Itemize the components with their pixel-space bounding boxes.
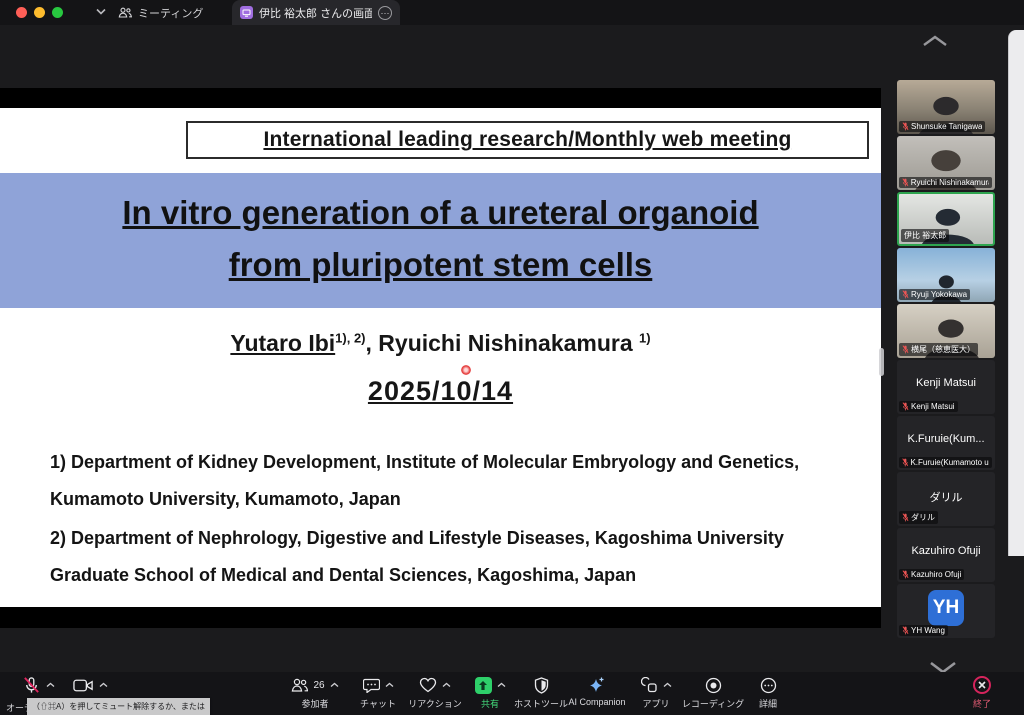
author-separator: , xyxy=(366,330,379,356)
letterbox-top xyxy=(0,88,881,108)
tab-shared-screen[interactable]: 伊比 裕太郎 さんの画面 ⋯ xyxy=(232,0,400,25)
slide-header-box: International leading research/Monthly w… xyxy=(186,121,869,159)
laser-pointer-dot xyxy=(461,365,471,375)
video-options-chevron-icon[interactable] xyxy=(99,682,108,688)
participant-tile[interactable]: ダリル ダリル xyxy=(897,472,995,526)
mic-options-chevron-icon[interactable] xyxy=(46,682,55,688)
heart-icon xyxy=(419,677,437,693)
muted-mic-icon xyxy=(902,122,909,131)
close-window-button[interactable] xyxy=(16,7,27,18)
participant-tile[interactable]: Ryuji Yokokawa xyxy=(897,248,995,302)
window-chevron-down-icon[interactable] xyxy=(96,8,106,15)
share-label: 共有 xyxy=(481,697,499,710)
muted-mic-icon xyxy=(902,570,909,579)
participant-display-name: Kazuhiro Ofuji xyxy=(897,545,995,557)
apps-label: アプリ xyxy=(642,697,669,710)
muted-mic-icon xyxy=(902,402,909,411)
slide-authors: Yutaro Ibi1), 2), Ryuichi Nishinakamura … xyxy=(0,330,881,357)
apps-icon xyxy=(641,677,658,693)
minimize-window-button[interactable] xyxy=(34,7,45,18)
participant-name: Kazuhiro Ofuji xyxy=(911,570,961,579)
shared-slide: International leading research/Monthly w… xyxy=(0,108,881,607)
author-2-sup: 1) xyxy=(639,330,651,345)
participant-display-name: ダリル xyxy=(897,489,995,505)
more-button[interactable]: 詳細 xyxy=(726,676,810,710)
slide-title-band: In vitro generation of a ureteral organo… xyxy=(0,173,881,308)
end-meeting-button[interactable]: 終了 xyxy=(940,676,1024,710)
end-label: 終了 xyxy=(973,697,991,710)
participant-tile[interactable]: YH YH Wang xyxy=(897,584,995,638)
participant-name: YH Wang xyxy=(911,626,945,635)
panel-resize-handle[interactable] xyxy=(879,348,884,376)
participant-display-name: K.Furuie(Kum... xyxy=(897,433,995,445)
affiliation-1: 1) Department of Kidney Development, Ins… xyxy=(50,444,850,518)
chat-label: チャット xyxy=(360,697,396,710)
window-titlebar: ミーティング 伊比 裕太郎 さんの画面 ⋯ xyxy=(0,0,1024,25)
tab-meeting-label: ミーティング xyxy=(138,5,203,21)
muted-mic-icon xyxy=(902,290,909,299)
participant-tile[interactable]: 横尾（慈恵医大） xyxy=(897,304,995,358)
tab-meeting[interactable]: ミーティング xyxy=(118,0,203,25)
muted-mic-icon xyxy=(902,178,909,187)
participant-name: Ryuji Yokokawa xyxy=(911,290,967,299)
author-1-sup: 1), 2) xyxy=(335,330,365,345)
participant-name: Shunsuke Tanigawa xyxy=(911,122,982,131)
mic-muted-icon xyxy=(22,676,41,695)
participants-label: 参加者 xyxy=(301,697,328,710)
muted-mic-icon xyxy=(902,626,909,635)
affiliation-2: 2) Department of Nephrology, Digestive a… xyxy=(50,520,850,594)
end-call-icon xyxy=(973,676,991,694)
slide-date-text: 2025/10/14 xyxy=(368,376,513,406)
muted-mic-icon xyxy=(902,458,908,467)
participant-tile[interactable]: Shunsuke Tanigawa xyxy=(897,80,995,134)
avatar: YH xyxy=(928,590,964,626)
participant-name: 横尾（慈恵医大） xyxy=(911,344,975,355)
tab-options-ellipsis-icon[interactable]: ⋯ xyxy=(378,6,392,20)
slide-title-line2: from pluripotent stem cells xyxy=(0,239,881,291)
slide-header-text: International leading research/Monthly w… xyxy=(263,128,791,152)
sparkle-icon xyxy=(588,676,606,694)
participant-tile[interactable]: Kenji Matsui Kenji Matsui xyxy=(897,360,995,414)
muted-mic-icon xyxy=(902,513,909,522)
record-icon xyxy=(705,677,722,694)
author-2: Ryuichi Nishinakamura xyxy=(378,330,632,356)
mute-button[interactable] xyxy=(10,676,66,694)
muted-mic-icon xyxy=(902,345,909,354)
participant-name: K.Furuie(Kumamoto u... xyxy=(910,458,989,467)
participant-count: 26 xyxy=(313,680,324,691)
chat-icon xyxy=(363,678,380,693)
slide-title-line1: In vitro generation of a ureteral organo… xyxy=(0,187,881,239)
unmute-shortcut-tooltip: （⇧⌘A）を押してミュート解除するか、または xyxy=(27,698,210,715)
participant-tile[interactable]: K.Furuie(Kum... K.Furuie(Kumamoto u... xyxy=(897,416,995,470)
more-icon xyxy=(760,677,777,694)
tab-shared-screen-label: 伊比 裕太郎 さんの画面 xyxy=(259,5,372,21)
screen-share-icon xyxy=(240,6,253,19)
people-icon xyxy=(118,7,132,18)
participant-tile[interactable]: Kazuhiro Ofuji Kazuhiro Ofuji xyxy=(897,528,995,582)
participant-name: Ryuichi Nishinakamura xyxy=(911,178,989,187)
participant-name: ダリル xyxy=(911,512,935,523)
participants-icon xyxy=(291,678,308,692)
author-1: Yutaro Ibi xyxy=(230,330,335,356)
slide-date: 2025/10/14 xyxy=(0,376,881,407)
participant-name: Kenji Matsui xyxy=(911,402,955,411)
video-button[interactable] xyxy=(62,676,118,694)
zoom-window-button[interactable] xyxy=(52,7,63,18)
letterbox-bottom xyxy=(0,607,881,628)
share-screen-icon xyxy=(475,677,492,694)
participant-name: 伊比 裕太郎 xyxy=(904,230,946,241)
more-label: 詳細 xyxy=(759,697,777,710)
strip-scroll-up-button[interactable] xyxy=(920,33,954,53)
shield-icon xyxy=(534,677,549,694)
background-window-edge xyxy=(1008,30,1024,556)
participant-display-name: Kenji Matsui xyxy=(897,377,995,389)
camera-icon xyxy=(73,678,94,693)
participant-tile[interactable]: Ryuichi Nishinakamura xyxy=(897,136,995,190)
participant-tile-active-speaker[interactable]: 伊比 裕太郎 xyxy=(897,192,995,246)
